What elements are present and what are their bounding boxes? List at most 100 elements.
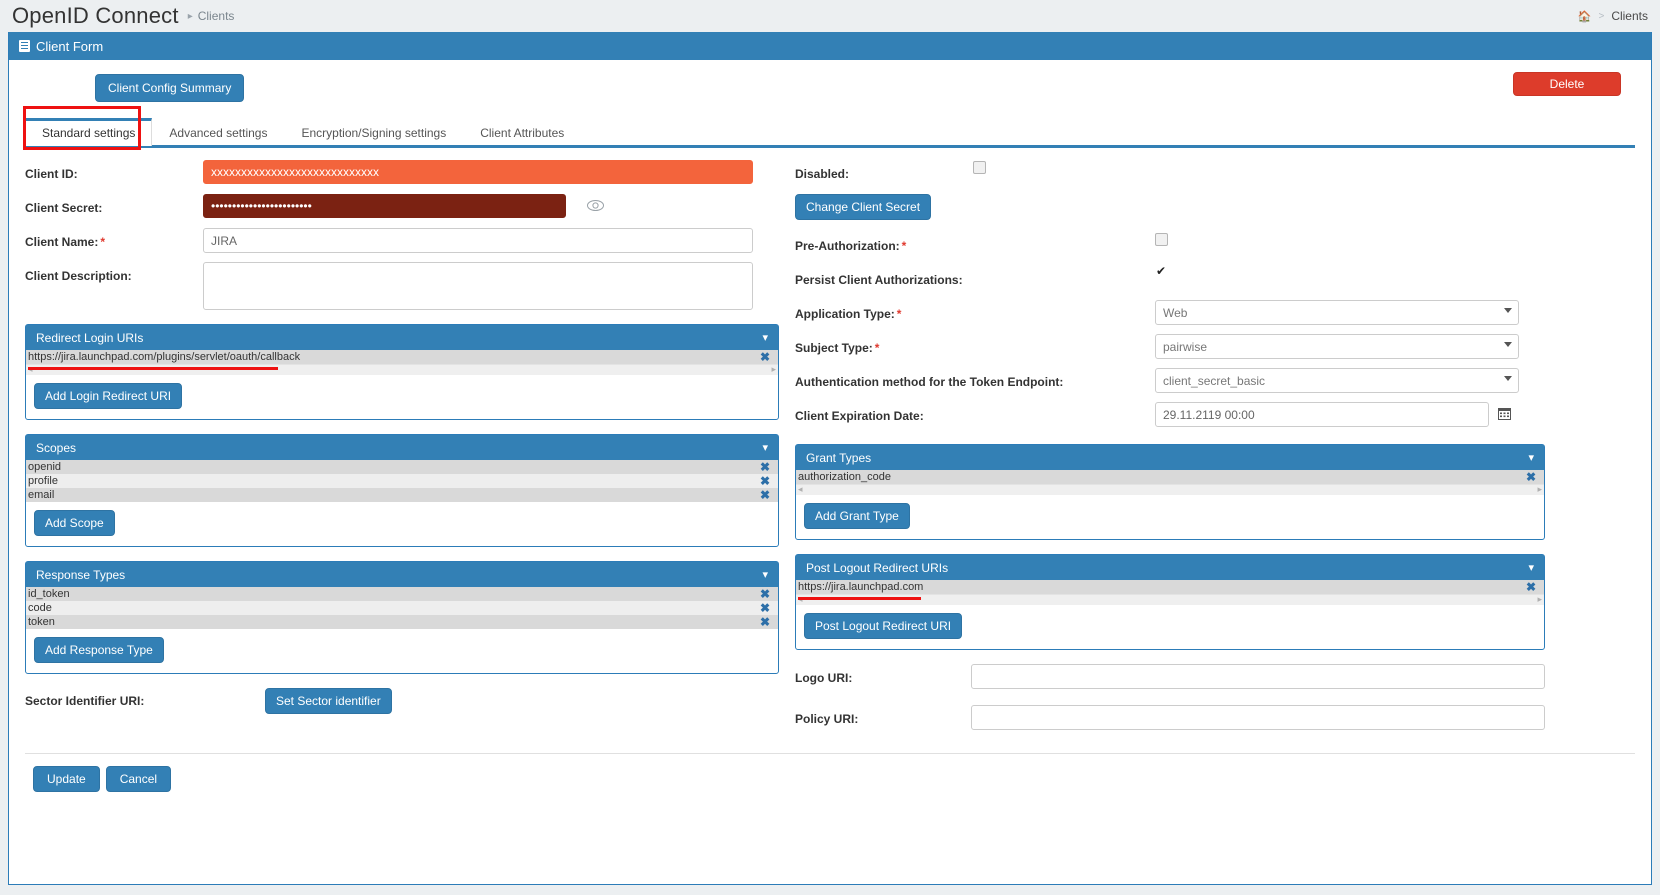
delete-button[interactable]: Delete [1513,72,1621,96]
remove-icon[interactable]: ✖ [760,588,770,600]
scopes-header[interactable]: Scopes ▾ [26,435,778,460]
grant-types-header[interactable]: Grant Types ▾ [796,445,1544,470]
field-client-description: Client Description: [25,262,779,314]
scope-value: openid [28,461,62,473]
remove-icon[interactable]: ✖ [760,351,770,363]
subject-type-select[interactable] [1155,334,1519,359]
form-actions: Update Cancel [25,754,1635,792]
post-logout-redirect-uri-button[interactable]: Post Logout Redirect URI [804,613,963,639]
eye-icon[interactable] [587,199,605,214]
list-item[interactable]: email ✖ [26,488,778,502]
redirect-login-uris-list: https://jira.launchpad.com/plugins/servl… [26,350,778,364]
cancel-button[interactable]: Cancel [105,766,172,792]
persist-client-authorizations-checkbox[interactable] [1155,264,1168,281]
form-icon [19,40,30,52]
client-expiration-date-label: Client Expiration Date: [795,409,924,423]
pre-authorization-label-text: Pre-Authorization: [795,239,900,253]
response-types-panel: Response Types ▾ id_token ✖ code ✖ token… [25,561,779,674]
list-item[interactable]: https://jira.launchpad.com/plugins/servl… [26,350,778,364]
list-item[interactable]: id_token ✖ [26,587,778,601]
subject-type-label-text: Subject Type: [795,341,873,355]
application-type-label: Application Type: * [795,300,1155,321]
response-type-value: token [28,616,55,628]
required-marker: * [901,239,907,253]
home-icon[interactable]: 🏠 [1578,10,1592,23]
chevron-down-icon[interactable]: ▾ [762,568,768,581]
remove-icon[interactable]: ✖ [1526,471,1536,483]
subject-type-label: Subject Type: * [795,334,1155,355]
remove-icon[interactable]: ✖ [1526,581,1536,593]
logo-uri-input[interactable] [971,664,1545,689]
update-button[interactable]: Update [33,766,100,792]
breadcrumb-item-clients[interactable]: Clients [1611,9,1648,23]
add-login-redirect-uri-button[interactable]: Add Login Redirect URI [34,383,183,409]
list-item[interactable]: code ✖ [26,601,778,615]
breadcrumb-separator-icon: ▸ [187,10,193,22]
chevron-down-icon[interactable]: ▾ [762,331,768,344]
field-client-id: Client ID: [25,160,779,194]
client-expiration-date-input[interactable] [1155,402,1489,427]
tab-advanced-settings[interactable]: Advanced settings [152,118,284,146]
post-logout-uri-value: https://jira.launchpad.com [798,581,924,593]
set-sector-identifier-button[interactable]: Set Sector identifier [265,688,392,714]
response-type-value: id_token [28,588,70,600]
add-response-type-button[interactable]: Add Response Type [34,637,164,663]
response-types-list: id_token ✖ code ✖ token ✖ [26,587,778,629]
remove-icon[interactable]: ✖ [760,602,770,614]
remove-icon[interactable]: ✖ [760,616,770,628]
tab-standard-settings[interactable]: Standard settings [25,118,153,146]
chevron-down-icon[interactable]: ▾ [762,441,768,454]
list-item[interactable]: token ✖ [26,615,778,629]
tab-encryption-signing-settings[interactable]: Encryption/Signing settings [284,118,463,146]
list-item[interactable]: profile ✖ [26,474,778,488]
client-id-input[interactable] [203,160,753,184]
client-description-label: Client Description: [25,269,132,283]
response-types-title: Response Types [36,567,126,582]
application-type-select[interactable] [1155,300,1519,325]
list-item[interactable]: https://jira.launchpad.com ✖ [796,580,1544,594]
grant-types-title: Grant Types [806,450,872,465]
scope-value: email [28,489,55,501]
scopes-title: Scopes [36,440,77,455]
list-item[interactable]: authorization_code ✖ [796,470,1544,484]
client-id-label: Client ID: [25,167,78,181]
add-scope-button[interactable]: Add Scope [34,510,115,536]
disabled-checkbox[interactable] [973,161,986,175]
tab-client-attributes[interactable]: Client Attributes [463,118,581,146]
response-types-header[interactable]: Response Types ▾ [26,562,778,587]
required-marker: * [874,341,880,355]
scope-value: profile [28,475,58,487]
remove-icon[interactable]: ✖ [760,461,770,473]
chevron-down-icon[interactable]: ▾ [1528,451,1534,464]
application-type-label-text: Application Type: [795,307,895,321]
calendar-icon[interactable] [1498,407,1511,423]
client-secret-input[interactable] [203,194,566,218]
horizontal-scrollbar[interactable] [796,484,1544,495]
pre-authorization-checkbox[interactable] [1155,233,1168,247]
remove-icon[interactable]: ✖ [760,475,770,487]
field-auth-method: Authentication method for the Token Endp… [795,368,1545,402]
field-logo-uri: Logo URI: [795,664,1545,698]
client-secret-label: Client Secret: [25,201,103,215]
chevron-down-icon[interactable]: ▾ [1528,561,1534,574]
client-config-summary-button[interactable]: Client Config Summary [95,74,245,102]
auth-method-select[interactable] [1155,368,1519,393]
tab-bar: Standard settings Advanced settings Encr… [23,106,1635,150]
list-item[interactable]: openid ✖ [26,460,778,474]
change-client-secret-button[interactable]: Change Client Secret [795,194,932,220]
remove-icon[interactable]: ✖ [760,489,770,501]
field-client-expiration-date: Client Expiration Date: [795,402,1545,436]
field-client-name: Client Name: * [25,228,779,262]
client-description-textarea[interactable] [203,262,753,310]
annotation-underline-post-logout-uri [798,597,921,600]
policy-uri-input[interactable] [971,705,1545,730]
breadcrumb: 🏠 > Clients [1578,0,1648,32]
panel-title: Client Form [36,38,104,54]
client-name-input[interactable] [203,228,753,253]
redirect-login-uris-header[interactable]: Redirect Login URIs ▾ [26,325,778,350]
add-grant-type-button[interactable]: Add Grant Type [804,503,910,529]
breadcrumb-current[interactable]: Clients [198,9,235,23]
redirect-login-uris-title: Redirect Login URIs [36,330,144,345]
post-logout-redirect-uris-header[interactable]: Post Logout Redirect URIs ▾ [796,555,1544,580]
field-policy-uri: Policy URI: [795,705,1545,739]
